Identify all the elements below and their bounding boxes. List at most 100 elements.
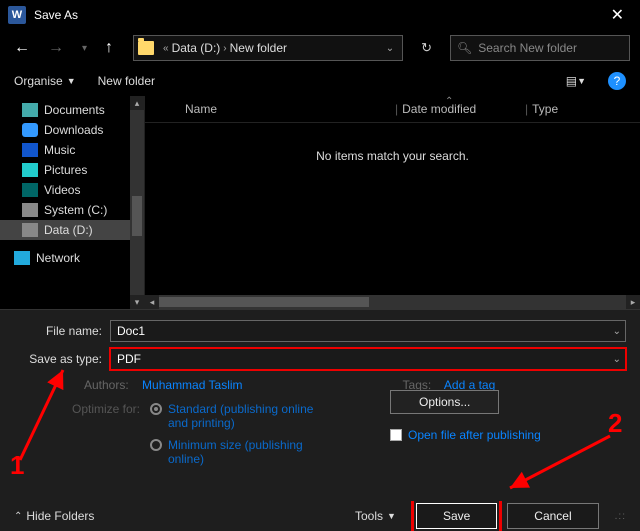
view-mode-button[interactable]: ▤ ▼	[566, 74, 586, 88]
folder-icon	[138, 41, 154, 55]
hide-folders-label: Hide Folders	[26, 509, 94, 523]
refresh-icon[interactable]: ↻	[413, 40, 440, 56]
forward-icon[interactable]: →	[44, 37, 68, 59]
radio-icon	[150, 439, 162, 451]
network-icon	[14, 251, 30, 265]
column-headers: Name |Date modified |Type	[145, 96, 640, 123]
col-header-type[interactable]: |Type	[525, 102, 585, 116]
resize-grip-icon[interactable]: .::	[615, 511, 626, 522]
tree-item-network[interactable]: Network	[0, 248, 144, 268]
dialog-footer: ⌃ Hide Folders Tools ▼ Save Cancel .::	[0, 501, 640, 531]
saveastype-value: PDF	[117, 352, 141, 366]
tree-label: Music	[44, 143, 75, 157]
filename-field[interactable]: Doc1 ⌄	[110, 320, 626, 342]
pictures-icon	[22, 163, 38, 177]
radio-icon	[150, 403, 162, 415]
tools-label: Tools	[355, 509, 383, 523]
col-header-name[interactable]: Name	[155, 102, 395, 116]
organise-button[interactable]: Organise ▼	[14, 74, 76, 88]
tree-item-documents[interactable]: Documents	[0, 100, 144, 120]
breadcrumb-newfolder[interactable]: New folder	[230, 41, 287, 55]
saveastype-label: Save as type:	[14, 352, 110, 366]
back-icon[interactable]: ←	[10, 37, 34, 59]
scroll-thumb[interactable]	[132, 196, 142, 236]
breadcrumb-data[interactable]: Data (D:)	[172, 41, 221, 55]
tree-label: Pictures	[44, 163, 87, 177]
col-header-date[interactable]: |Date modified	[395, 102, 525, 116]
tree-label: Data (D:)	[44, 223, 93, 237]
cancel-button[interactable]: Cancel	[507, 503, 598, 529]
chevron-down-icon[interactable]: ⌄	[613, 326, 621, 337]
tree-scrollbar[interactable]: ▴ ▾	[130, 96, 144, 309]
scroll-left-icon[interactable]: ◂	[145, 295, 159, 309]
word-icon: W	[8, 6, 26, 24]
tools-button[interactable]: Tools ▼	[355, 509, 396, 523]
tree-item-music[interactable]: Music	[0, 140, 144, 160]
videos-icon	[22, 183, 38, 197]
tree-label: System (C:)	[44, 203, 107, 217]
hide-folders-button[interactable]: ⌃ Hide Folders	[14, 509, 94, 523]
tree-item-videos[interactable]: Videos	[0, 180, 144, 200]
chevron-down-icon: ▼	[387, 511, 396, 521]
optimize-label: Optimize for:	[52, 402, 140, 466]
window-title: Save As	[34, 8, 603, 22]
tree-label: Network	[36, 251, 80, 265]
options-button[interactable]: Options...	[390, 390, 499, 414]
filename-label: File name:	[14, 324, 110, 338]
radio-standard[interactable]: Standard (publishing online and printing…	[150, 402, 318, 430]
tree-item-system-c[interactable]: System (C:)	[0, 200, 144, 220]
search-input[interactable]: 🔍︎ Search New folder	[450, 35, 630, 61]
tree-item-pictures[interactable]: Pictures	[0, 160, 144, 180]
disk-icon	[22, 223, 38, 237]
saveastype-field[interactable]: PDF ⌄	[110, 348, 626, 370]
nav-tree: Documents Downloads Music Pictures Video…	[0, 96, 145, 309]
help-icon[interactable]: ?	[608, 72, 626, 90]
checkbox-icon	[390, 429, 402, 441]
scroll-thumb[interactable]	[159, 297, 369, 307]
up-icon[interactable]: ↑	[101, 37, 117, 59]
open-after-checkbox[interactable]: Open file after publishing	[390, 428, 541, 442]
save-form: File name: Doc1 ⌄ Save as type: PDF ⌄ Au…	[0, 309, 640, 501]
title-bar: W Save As ✕	[0, 0, 640, 30]
radio-standard-label: Standard (publishing online and printing…	[168, 402, 318, 430]
close-icon[interactable]: ✕	[603, 5, 632, 25]
filename-value: Doc1	[117, 324, 145, 338]
file-list: ⌃ Name |Date modified |Type No items mat…	[145, 96, 640, 309]
radio-minimum[interactable]: Minimum size (publishing online)	[150, 438, 318, 466]
music-icon	[22, 143, 38, 157]
downloads-icon	[22, 123, 38, 137]
tree-label: Downloads	[44, 123, 103, 137]
address-bar[interactable]: « Data (D:) › New folder ⌄	[133, 35, 403, 61]
address-dropdown-icon[interactable]: ⌄	[382, 43, 398, 54]
documents-icon	[22, 103, 38, 117]
explorer-body: Documents Downloads Music Pictures Video…	[0, 96, 640, 309]
save-button[interactable]: Save	[416, 503, 497, 529]
annotation-number-1: 1	[10, 450, 24, 481]
chevron-down-icon: ▼	[67, 76, 76, 86]
tree-label: Documents	[44, 103, 105, 117]
search-placeholder: Search New folder	[478, 41, 577, 55]
empty-message: No items match your search.	[145, 149, 640, 163]
chevron-right-icon: ›	[223, 43, 226, 54]
authors-value[interactable]: Muhammad Taslim	[142, 378, 242, 392]
chevron-up-icon: ⌃	[14, 511, 22, 522]
tree-label: Videos	[44, 183, 80, 197]
chevron-icon: «	[163, 43, 169, 54]
scroll-right-icon[interactable]: ▸	[626, 295, 640, 309]
toolbar: Organise ▼ New folder ▤ ▼ ?	[0, 66, 640, 96]
chevron-down-icon: ▼	[577, 76, 586, 86]
new-folder-button[interactable]: New folder	[98, 74, 155, 88]
tree-item-data-d[interactable]: Data (D:)	[0, 220, 144, 240]
recent-chevron-icon[interactable]: ▾	[78, 41, 91, 56]
open-after-label: Open file after publishing	[408, 428, 541, 442]
sort-indicator-icon: ⌃	[445, 96, 453, 107]
search-icon: 🔍︎	[457, 41, 472, 55]
nav-bar: ← → ▾ ↑ « Data (D:) › New folder ⌄ ↻ 🔍︎ …	[0, 30, 640, 66]
chevron-down-icon[interactable]: ⌄	[613, 354, 621, 365]
horizontal-scrollbar[interactable]: ◂ ▸	[145, 295, 640, 309]
scroll-down-icon[interactable]: ▾	[130, 295, 144, 309]
tree-item-downloads[interactable]: Downloads	[0, 120, 144, 140]
radio-minimum-label: Minimum size (publishing online)	[168, 438, 318, 466]
scroll-up-icon[interactable]: ▴	[130, 96, 144, 110]
organise-label: Organise	[14, 74, 63, 88]
